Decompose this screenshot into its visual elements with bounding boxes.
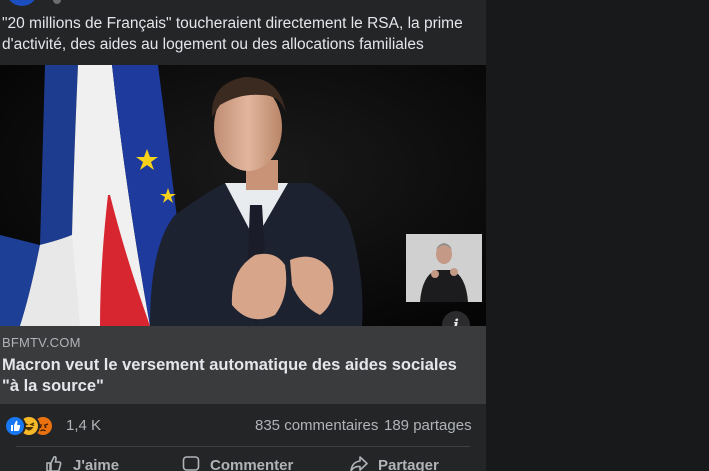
comment-icon xyxy=(181,454,201,471)
comment-label: Commenter xyxy=(210,457,294,471)
sign-language-inset xyxy=(406,234,482,302)
share-label: Partager xyxy=(378,457,439,471)
divider xyxy=(16,446,470,447)
link-domain: BFMTV.COM xyxy=(2,335,81,350)
post-text: "20 millions de Français" toucheraient d… xyxy=(2,15,463,53)
comment-button[interactable]: Commenter xyxy=(181,454,293,471)
page-avatar[interactable] xyxy=(6,0,38,6)
reactions-summary: 1,4 K 835 commentaires 189 partages xyxy=(0,404,486,447)
article-image[interactable] xyxy=(0,65,486,326)
thumbs-up-icon xyxy=(44,454,64,471)
like-button[interactable]: J'aime xyxy=(44,454,119,471)
link-title[interactable]: Macron veut le versement automatique des… xyxy=(2,355,472,397)
like-label: J'aime xyxy=(73,457,120,471)
reaction-count[interactable]: 1,4 K xyxy=(66,417,101,434)
share-button[interactable]: Partager xyxy=(349,454,439,471)
post-actions: J'aime Commenter Partager xyxy=(0,448,486,471)
news-post-card: "20 millions de Français" toucheraient d… xyxy=(0,0,486,471)
like-reaction-icon xyxy=(4,415,26,437)
shares-count[interactable]: 189 partages xyxy=(384,417,472,434)
globe-icon xyxy=(53,0,61,4)
reaction-icons[interactable] xyxy=(4,415,62,437)
link-preview[interactable]: BFMTV.COM Macron veut le versement autom… xyxy=(0,326,486,404)
share-icon xyxy=(349,454,369,471)
comments-count[interactable]: 835 commentaires xyxy=(255,417,378,434)
